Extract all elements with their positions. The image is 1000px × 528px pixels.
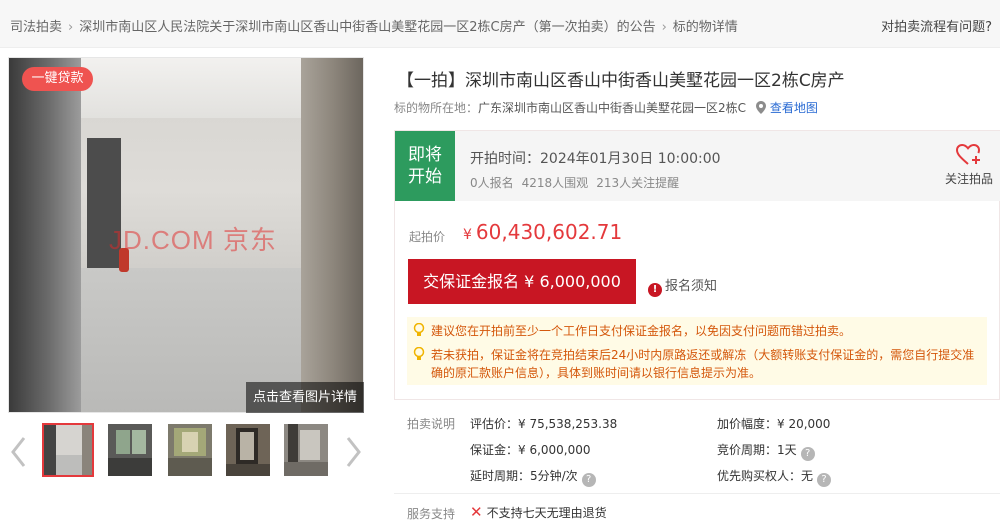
heart-plus-icon <box>956 144 981 165</box>
tip-3: 确的原汇款账户信息），具体到账时间请以银行信息提示为准。 <box>431 366 762 380</box>
help-link[interactable]: 对拍卖流程有问题? <box>881 16 992 35</box>
appraisal-value: 评估价：¥ 75,538,253.38 <box>470 417 618 431</box>
deposit-signup-button[interactable]: 交保证金报名 ¥ 6,000,000 <box>408 259 636 304</box>
status-badge: 即将 开始 <box>395 131 455 201</box>
view-map-link[interactable]: 查看地图 <box>770 101 818 115</box>
bid-cycle-text: 竞价周期：1天 <box>717 443 797 457</box>
help-question-icon[interactable]: ? <box>800 447 815 461</box>
thumbnail-3[interactable] <box>168 424 212 476</box>
deposit-value: 保证金：¥ 6,000,000 <box>470 443 591 457</box>
auction-stats: 0人报名 4218人围观 213人关注提醒 <box>470 174 687 191</box>
cross-icon: ✕ <box>470 503 483 521</box>
main-photo[interactable]: JD.COM 京东 <box>8 57 364 413</box>
lightbulb-icon <box>413 346 425 361</box>
breadcrumb-bar: 司法拍卖 › 深圳市南山区人民法院关于深圳市南山区香山中街香山美墅花园一区2栋C房产… <box>0 0 1000 48</box>
breadcrumb: 司法拍卖 › 深圳市南山区人民法院关于深圳市南山区香山中街香山美墅花园一区2栋C房产… <box>10 16 738 35</box>
thumbnail-1[interactable] <box>42 423 94 477</box>
photo-pillar-left <box>9 58 81 412</box>
jd-watermark: JD.COM 京东 <box>109 225 277 255</box>
start-time: 开拍时间：2024年01月30日 10:00:00 <box>470 151 721 167</box>
signup-notice-link[interactable]: ! 报名须知 <box>648 275 717 297</box>
photo-ceiling <box>79 58 319 118</box>
status-badge-line1: 即将 <box>408 145 442 165</box>
alert-icon: ! <box>648 283 662 297</box>
chevron-right-icon[interactable] <box>342 432 364 472</box>
no-return-policy: ✕ 不支持七天无理由退货 <box>470 503 607 521</box>
preemption-text: 优先购买权人：无 <box>717 469 814 483</box>
follow-label: 关注拍品 <box>944 172 993 186</box>
thumbnail-2[interactable] <box>108 424 152 476</box>
breadcrumb-item-current: 标的物详情 <box>672 20 738 35</box>
location-label: 标的物所在地： <box>394 101 479 115</box>
location-address: 广东深圳市南山区香山中街香山美墅花园一区2栋C <box>478 101 747 115</box>
breadcrumb-item-judicial-auction[interactable]: 司法拍卖 <box>10 20 62 35</box>
price-label: 起拍价 <box>409 230 446 244</box>
thumbnail-strip <box>8 422 368 482</box>
tip-2: 若未获拍，保证金将在竞拍结束后24小时内原路返还或解冻（大额转账支付保证金的，需… <box>431 348 975 362</box>
help-question-icon[interactable]: ? <box>581 473 596 487</box>
photo-pillar-right <box>301 58 363 412</box>
tip-1: 建议您在开拍前至少一个工作日支付保证金报名，以免因支付问题而错过拍卖。 <box>431 324 852 338</box>
bid-cycle: 竞价周期：1天? <box>717 441 815 461</box>
signup-count: 0人报名 <box>470 176 514 190</box>
breadcrumb-separator: › <box>68 20 74 35</box>
starting-price: ¥60,430,602.71 <box>463 220 622 244</box>
lightbulb-icon <box>413 322 425 337</box>
reminder-count: 213人关注提醒 <box>596 176 680 190</box>
bid-increment: 加价幅度：¥ 20,000 <box>717 417 831 431</box>
thumbnail-4[interactable] <box>226 424 270 476</box>
delay-cycle: 延时周期：5分钟/次? <box>470 467 596 487</box>
divider <box>394 493 1000 494</box>
breadcrumb-separator: › <box>661 20 667 35</box>
tips-box: 建议您在开拍前至少一个工作日支付保证金报名，以免因支付问题而错过拍卖。 若未获拍… <box>407 317 987 385</box>
chevron-left-icon[interactable] <box>8 432 30 472</box>
thumbnail-5[interactable] <box>284 424 328 476</box>
breadcrumb-item-announcement[interactable]: 深圳市南山区人民法院关于深圳市南山区香山中街香山美墅花园一区2栋C房产（第一次拍… <box>79 20 655 35</box>
help-question-icon[interactable]: ? <box>817 473 832 487</box>
view-count: 4218人围观 <box>521 176 589 190</box>
item-title: 【一拍】深圳市南山区香山中街香山美墅花园一区2栋C房产 <box>397 71 845 91</box>
item-location: 标的物所在地：广东深圳市南山区香山中街香山美墅花园一区2栋C 查看地图 <box>394 99 818 116</box>
auction-info-label: 拍卖说明 <box>407 417 456 431</box>
signup-notice-label: 报名须知 <box>665 279 718 294</box>
loan-badge[interactable]: 一键贷款 <box>22 67 93 91</box>
delay-cycle-text: 延时周期：5分钟/次 <box>470 469 578 483</box>
status-badge-line2: 开始 <box>408 167 442 187</box>
follow-button[interactable]: 关注拍品 <box>941 144 997 187</box>
preemption-right: 优先购买权人：无? <box>717 467 832 487</box>
no-return-text: 不支持七天无理由退货 <box>486 506 607 520</box>
status-header: 即将 开始 开拍时间：2024年01月30日 10:00:00 0人报名 4218… <box>395 131 1000 201</box>
price-amount: 60,430,602.71 <box>475 220 623 244</box>
map-pin-icon <box>755 101 766 114</box>
service-label: 服务支持 <box>407 507 456 521</box>
view-photo-detail-button[interactable]: 点击查看图片详情 <box>246 382 364 413</box>
currency-symbol: ¥ <box>463 227 472 243</box>
